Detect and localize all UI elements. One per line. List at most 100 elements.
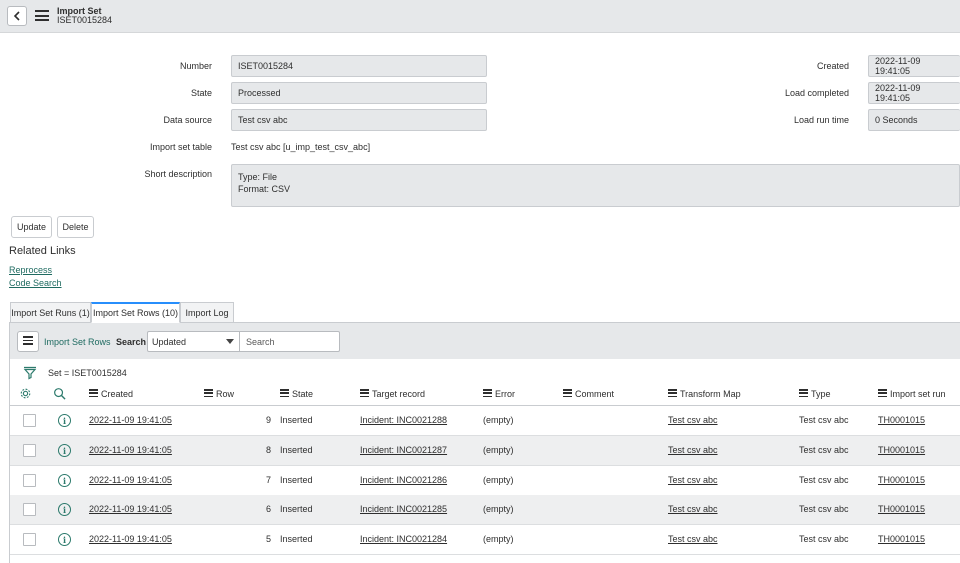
column-menu-icon xyxy=(483,389,492,398)
type-cell: Test csv abc xyxy=(799,475,849,485)
column-header-row[interactable]: Row xyxy=(204,389,234,399)
transform-map-link[interactable]: Test csv abc xyxy=(668,415,718,425)
info-icon[interactable]: i xyxy=(58,414,71,427)
number-field[interactable]: ISET0015284 xyxy=(231,55,487,77)
target-record-link[interactable]: Incident: INC0021286 xyxy=(360,475,447,485)
state-cell: Inserted xyxy=(280,415,313,425)
state-field[interactable]: Processed xyxy=(231,82,487,104)
transform-map-link[interactable]: Test csv abc xyxy=(668,534,718,544)
update-button[interactable]: Update xyxy=(11,216,52,238)
transform-map-link[interactable]: Test csv abc xyxy=(668,504,718,514)
import-set-table-label: Import set table xyxy=(149,142,212,152)
gear-icon[interactable] xyxy=(19,387,32,400)
error-cell: (empty) xyxy=(483,475,514,485)
created-link[interactable]: 2022-11-09 19:41:05 xyxy=(89,415,172,425)
column-label: Error xyxy=(495,389,515,399)
transform-map-link[interactable]: Test csv abc xyxy=(668,475,718,485)
code-search-link[interactable]: Code Search xyxy=(9,278,62,288)
column-header-state[interactable]: State xyxy=(280,389,313,399)
column-header-import-set-run[interactable]: Import set run xyxy=(878,389,946,399)
target-record-link[interactable]: Incident: INC0021287 xyxy=(360,445,447,455)
search-input[interactable] xyxy=(239,331,340,352)
table-row: i 2022-11-09 19:41:05 8 Inserted Inciden… xyxy=(10,436,960,466)
created-link[interactable]: 2022-11-09 19:41:05 xyxy=(89,445,172,455)
target-record-link[interactable]: Incident: INC0021285 xyxy=(360,504,447,514)
import-set-table-value: Test csv abc [u_imp_test_csv_abc] xyxy=(231,142,371,152)
info-icon[interactable]: i xyxy=(58,444,71,457)
created-link[interactable]: 2022-11-09 19:41:05 xyxy=(89,475,172,485)
list-menu-button[interactable] xyxy=(17,331,39,352)
tab-import-set-rows[interactable]: Import Set Rows (10) xyxy=(91,302,180,323)
column-label: Created xyxy=(101,389,134,399)
column-menu-icon xyxy=(799,389,808,398)
list-title-link[interactable]: Import Set Rows xyxy=(44,337,111,347)
type-cell: Test csv abc xyxy=(799,504,849,514)
column-header-target-record[interactable]: Target record xyxy=(360,389,425,399)
row-number: 9 xyxy=(265,415,271,425)
reprocess-link[interactable]: Reprocess xyxy=(9,265,52,275)
filter-breadcrumb: Set = ISET0015284 xyxy=(48,368,127,378)
form-header: Import Set ISET0015284 xyxy=(0,0,960,33)
row-checkbox[interactable] xyxy=(23,503,36,516)
state-cell: Inserted xyxy=(280,534,313,544)
import-set-run-link[interactable]: TH0001015 xyxy=(878,504,925,514)
load-run-time-label: Load run time xyxy=(793,115,849,125)
filter-icon[interactable] xyxy=(23,366,37,380)
import-set-run-link[interactable]: TH0001015 xyxy=(878,534,925,544)
row-checkbox[interactable] xyxy=(23,444,36,457)
row-checkbox[interactable] xyxy=(23,474,36,487)
import-set-run-link[interactable]: TH0001015 xyxy=(878,415,925,425)
row-checkbox[interactable] xyxy=(23,414,36,427)
info-icon[interactable]: i xyxy=(58,474,71,487)
column-menu-icon xyxy=(204,389,213,398)
table-row: i 2022-11-09 19:41:05 7 Inserted Inciden… xyxy=(10,466,960,496)
row-checkbox[interactable] xyxy=(23,533,36,546)
column-label: Transform Map xyxy=(680,389,741,399)
short-description-label: Short description xyxy=(144,169,212,179)
column-menu-icon xyxy=(668,389,677,398)
created-link[interactable]: 2022-11-09 19:41:05 xyxy=(89,504,172,514)
column-label: Row xyxy=(216,389,235,399)
created-field[interactable]: 2022-11-09 19:41:05 xyxy=(868,55,960,77)
import-set-run-link[interactable]: TH0001015 xyxy=(878,475,925,485)
column-label: Comment xyxy=(575,389,615,399)
delete-button[interactable]: Delete xyxy=(57,216,94,238)
search-icon[interactable] xyxy=(53,387,66,400)
state-cell: Inserted xyxy=(280,504,313,514)
data-source-field[interactable]: Test csv abc xyxy=(231,109,487,131)
search-label: Search xyxy=(116,337,147,347)
tab-import-log[interactable]: Import Log xyxy=(180,302,234,323)
list-menu-icon xyxy=(23,336,33,347)
created-label: Created xyxy=(816,61,849,71)
transform-map-link[interactable]: Test csv abc xyxy=(668,445,718,455)
created-link[interactable]: 2022-11-09 19:41:05 xyxy=(89,534,172,544)
column-menu-icon xyxy=(878,389,887,398)
tab-import-set-runs[interactable]: Import Set Runs (1) xyxy=(10,302,91,323)
back-button[interactable] xyxy=(7,6,27,26)
state-label: State xyxy=(190,88,212,98)
target-record-link[interactable]: Incident: INC0021288 xyxy=(360,415,447,425)
row-number: 8 xyxy=(265,445,271,455)
caret-down-icon xyxy=(226,339,234,344)
column-header-created[interactable]: Created xyxy=(89,389,133,399)
form-menu-icon[interactable] xyxy=(35,10,49,21)
load-completed-field[interactable]: 2022-11-09 19:41:05 xyxy=(868,82,960,104)
column-header-transform-map[interactable]: Transform Map xyxy=(668,389,741,399)
import-set-run-link[interactable]: TH0001015 xyxy=(878,445,925,455)
column-header-comment[interactable]: Comment xyxy=(563,389,614,399)
column-label: Type xyxy=(811,389,831,399)
column-header-type[interactable]: Type xyxy=(799,389,831,399)
column-header-error[interactable]: Error xyxy=(483,389,515,399)
short-description-field[interactable]: Type: File Format: CSV xyxy=(231,164,960,207)
load-run-time-field[interactable]: 0 Seconds xyxy=(868,109,960,131)
short-description-line: Type: File xyxy=(238,172,278,182)
target-record-link[interactable]: Incident: INC0021284 xyxy=(360,534,447,544)
info-icon[interactable]: i xyxy=(58,503,71,516)
chevron-left-icon xyxy=(13,11,20,21)
search-field-select[interactable]: Updated xyxy=(147,331,240,352)
row-number: 6 xyxy=(265,504,271,514)
table-row: i 2022-11-09 19:41:05 5 Inserted Inciden… xyxy=(10,525,960,555)
type-cell: Test csv abc xyxy=(799,415,849,425)
info-icon[interactable]: i xyxy=(58,533,71,546)
error-cell: (empty) xyxy=(483,534,514,544)
